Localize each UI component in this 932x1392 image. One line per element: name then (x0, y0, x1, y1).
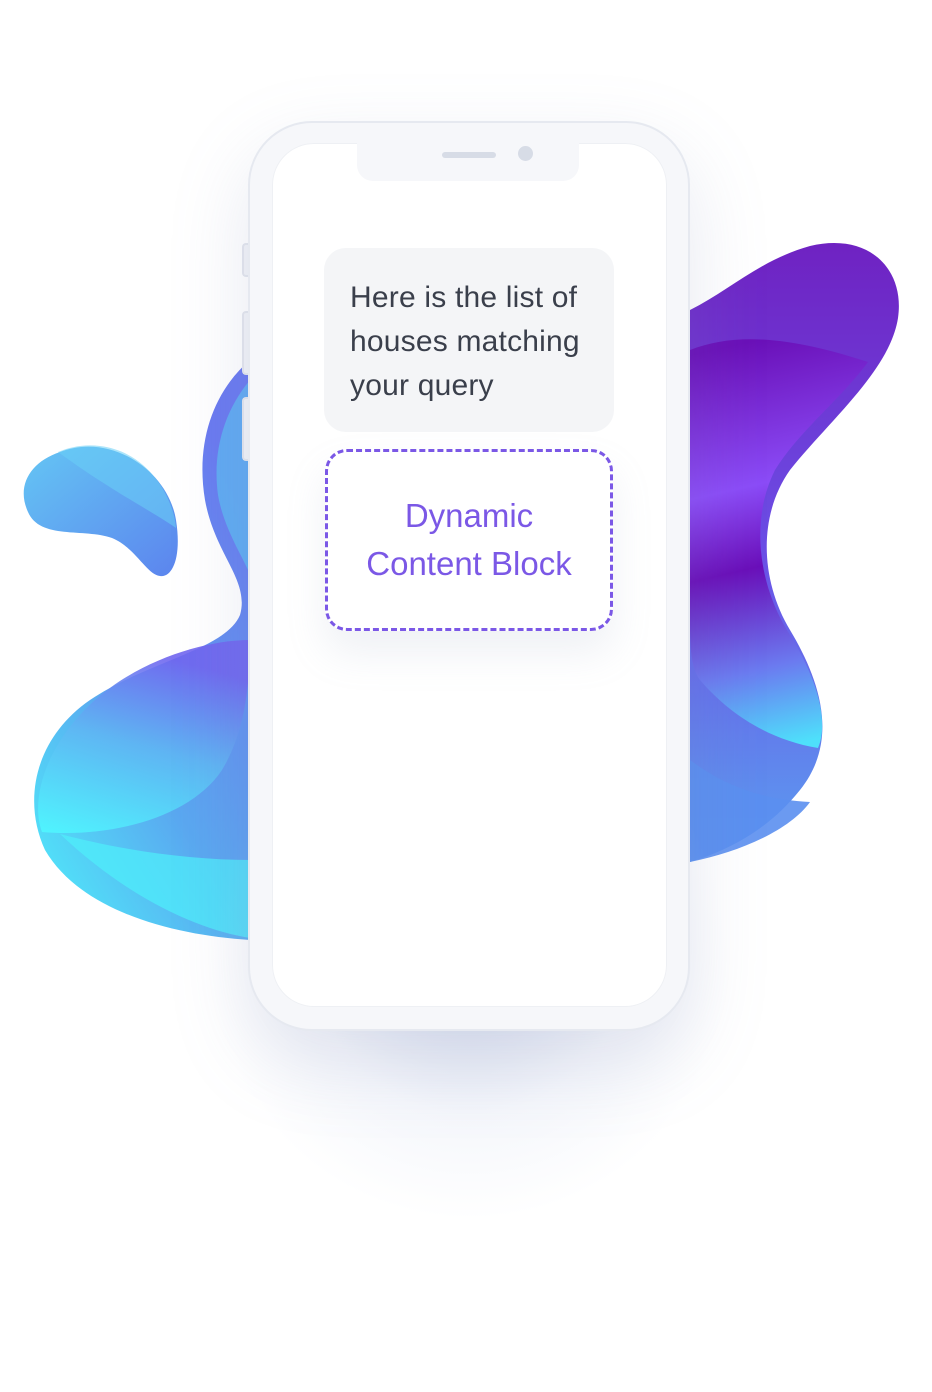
chat-message-bubble: Here is the list of houses matching your… (324, 248, 614, 432)
dynamic-content-label: Dynamic Content Block (366, 497, 572, 582)
speaker-grille (442, 152, 496, 158)
dynamic-content-block[interactable]: Dynamic Content Block (325, 449, 613, 631)
chat-message-text: Here is the list of houses matching your… (350, 281, 580, 402)
phone-notch (357, 140, 579, 181)
front-camera-icon (518, 146, 533, 161)
illustration: Here is the list of houses matching your… (0, 0, 932, 1392)
